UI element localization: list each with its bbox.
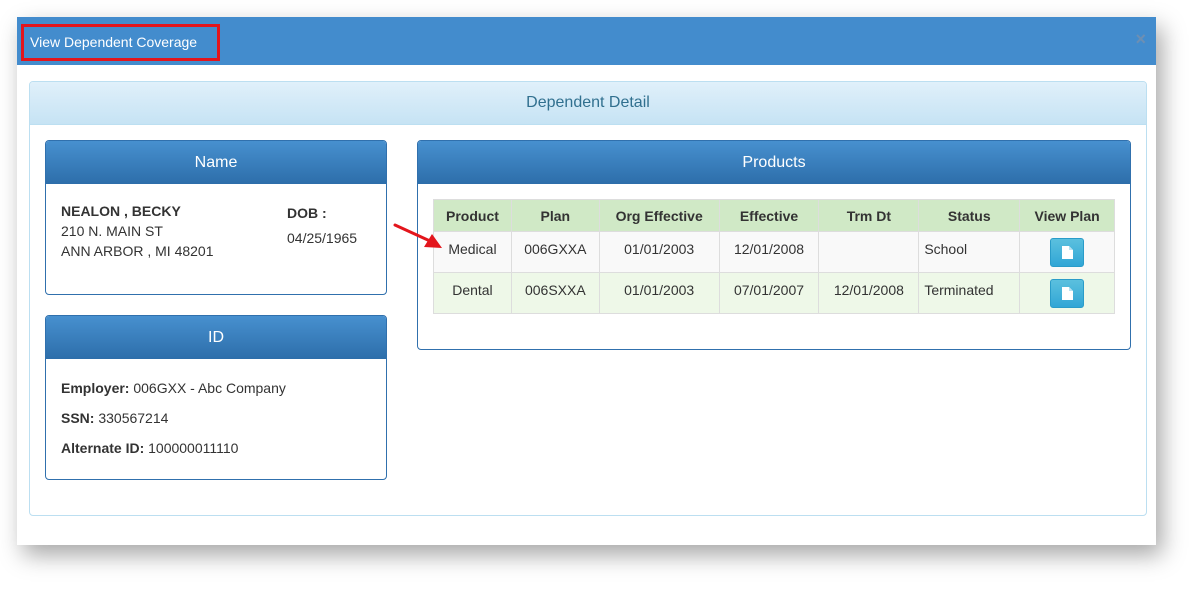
dependent-detail-heading: Dependent Detail xyxy=(30,82,1146,125)
plan-cell: 006SXXA xyxy=(510,272,600,314)
address-line-1: 210 N. MAIN ST xyxy=(61,223,163,239)
trm-dt-cell xyxy=(818,231,920,273)
product-cell: Medical xyxy=(433,231,512,273)
column-header: Plan xyxy=(510,199,600,232)
column-header: Effective xyxy=(718,199,820,232)
name-panel: Name NEALON , BECKY 210 N. MAIN ST ANN A… xyxy=(45,140,387,295)
view-plan-cell xyxy=(1019,272,1115,314)
product-cell: Dental xyxy=(433,272,512,314)
column-header: Trm Dt xyxy=(818,199,920,232)
ssn-line: SSN: 330567214 xyxy=(61,403,286,433)
plan-cell: 006GXXA xyxy=(510,231,600,273)
table-row: Medical 006GXXA 01/01/2003 12/01/2008 Sc… xyxy=(433,231,1115,273)
modal-header: View Dependent Coverage × xyxy=(17,17,1156,65)
employer-line: Employer: 006GXX - Abc Company xyxy=(61,373,286,403)
effective-cell: 07/01/2007 xyxy=(718,272,820,314)
dob-block: DOB : 04/25/1965 xyxy=(287,201,357,251)
table-row: Dental 006SXXA 01/01/2003 07/01/2007 12/… xyxy=(433,272,1115,314)
id-details: Employer: 006GXX - Abc Company SSN: 3305… xyxy=(61,373,286,463)
products-table: Product Plan Org Effective Effective Trm… xyxy=(433,199,1115,314)
address-line-2: ANN ARBOR , MI 48201 xyxy=(61,243,214,259)
ssn-label: SSN: xyxy=(61,410,95,426)
name-address-block: NEALON , BECKY 210 N. MAIN ST ANN ARBOR … xyxy=(61,201,214,261)
view-plan-button[interactable] xyxy=(1050,238,1085,267)
dob-value: 04/25/1965 xyxy=(287,230,358,246)
alternate-id-line: Alternate ID: 100000011110 xyxy=(61,433,286,463)
view-plan-button[interactable] xyxy=(1050,279,1085,308)
column-header: Product xyxy=(433,199,512,232)
dob-label: DOB : xyxy=(287,205,327,221)
table-header-row: Product Plan Org Effective Effective Trm… xyxy=(433,199,1115,232)
view-plan-cell xyxy=(1019,231,1115,273)
close-icon[interactable]: × xyxy=(1135,29,1146,49)
ssn-value: 330567214 xyxy=(98,410,169,426)
employer-label: Employer: xyxy=(61,380,130,396)
modal-title: View Dependent Coverage xyxy=(21,24,220,61)
status-cell: School xyxy=(918,231,1021,273)
red-arrow-icon xyxy=(393,223,442,248)
products-panel: Products Product Plan Org Effective Effe… xyxy=(417,140,1131,350)
alternate-id-label: Alternate ID: xyxy=(61,440,145,456)
products-panel-heading: Products xyxy=(418,141,1130,184)
alternate-id-value: 100000011110 xyxy=(148,440,239,456)
effective-cell: 12/01/2008 xyxy=(718,231,820,273)
id-panel: ID Employer: 006GXX - Abc Company SSN: 3… xyxy=(45,315,387,480)
document-icon xyxy=(1062,287,1074,300)
trm-dt-cell: 12/01/2008 xyxy=(818,272,920,314)
view-dependent-coverage-modal: View Dependent Coverage × Dependent Deta… xyxy=(17,17,1156,545)
status-cell: Terminated xyxy=(918,272,1021,314)
name-panel-heading: Name xyxy=(46,141,386,184)
column-header: Org Effective xyxy=(598,199,720,232)
org-effective-cell: 01/01/2003 xyxy=(598,272,720,314)
id-panel-heading: ID xyxy=(46,316,386,359)
org-effective-cell: 01/01/2003 xyxy=(598,231,720,273)
column-header: View Plan xyxy=(1019,199,1115,232)
document-icon xyxy=(1062,246,1074,259)
column-header: Status xyxy=(918,199,1021,232)
dependent-name: NEALON , BECKY xyxy=(61,203,181,219)
employer-value: 006GXX - Abc Company xyxy=(133,380,286,396)
